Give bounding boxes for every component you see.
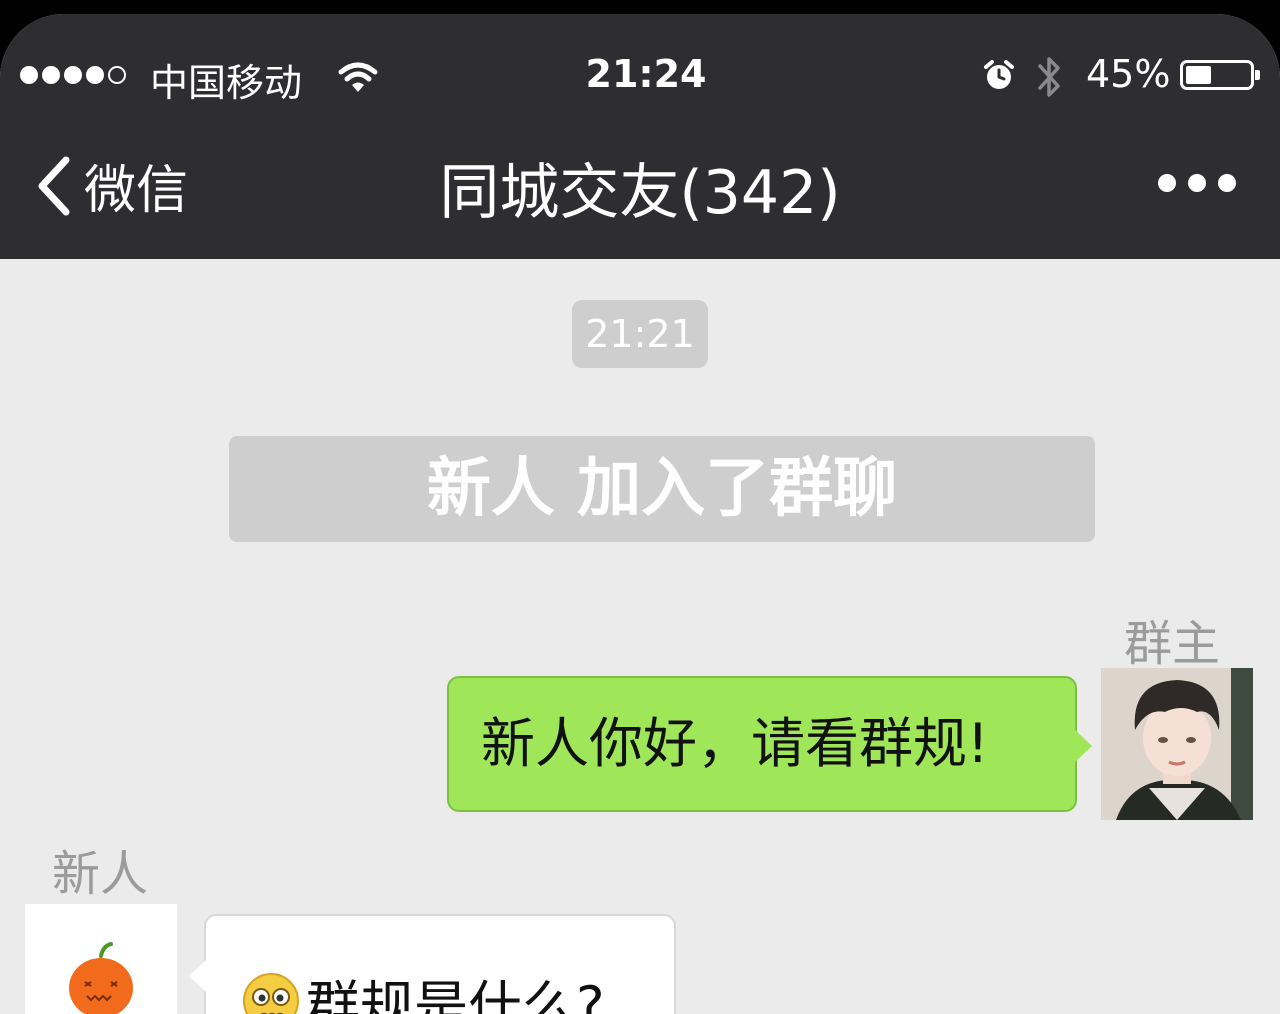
- screen-notch: [770, 14, 866, 34]
- battery-icon: [1180, 60, 1254, 90]
- message-text: 新人你好，请看群规!: [481, 712, 989, 775]
- message-text: 群规是什么?: [306, 962, 605, 1014]
- sender-name-owner: 群主: [1124, 604, 1220, 674]
- member-count: (342): [679, 158, 840, 228]
- avatar-owner-photo[interactable]: [1101, 668, 1253, 820]
- message-timestamp: 21:21: [572, 300, 708, 368]
- status-time: 21:24: [586, 52, 707, 96]
- worried-face-emoji: [242, 972, 300, 1014]
- battery-percent: 45%: [1086, 52, 1170, 96]
- battery-fill: [1186, 66, 1211, 84]
- phone-screen: 中国移动 21:24 45%: [0, 14, 1280, 1014]
- alarm-icon: [982, 58, 1016, 92]
- chat-title: 同城交友(342): [0, 144, 1280, 231]
- bluetooth-icon: [1034, 52, 1064, 102]
- avatar-person-icon: [1101, 668, 1253, 820]
- sender-name-new: 新人: [52, 834, 148, 904]
- system-message: 新人 加入了群聊: [229, 436, 1095, 542]
- top-bar: 中国移动 21:24 45%: [0, 14, 1280, 259]
- group-name: 同城交友: [439, 158, 679, 228]
- pumpkin-avatar[interactable]: [25, 904, 177, 1014]
- status-bar: 中国移动 21:24 45%: [0, 44, 1280, 104]
- more-dots-icon[interactable]: [1158, 174, 1236, 192]
- message-bubble-received[interactable]: 群规是什么?: [204, 914, 676, 1014]
- navigation-bar: 微信 同城交友(342): [0, 134, 1280, 244]
- message-bubble-sent[interactable]: 新人你好，请看群规!: [447, 676, 1077, 812]
- pumpkin-icon: [25, 904, 177, 1014]
